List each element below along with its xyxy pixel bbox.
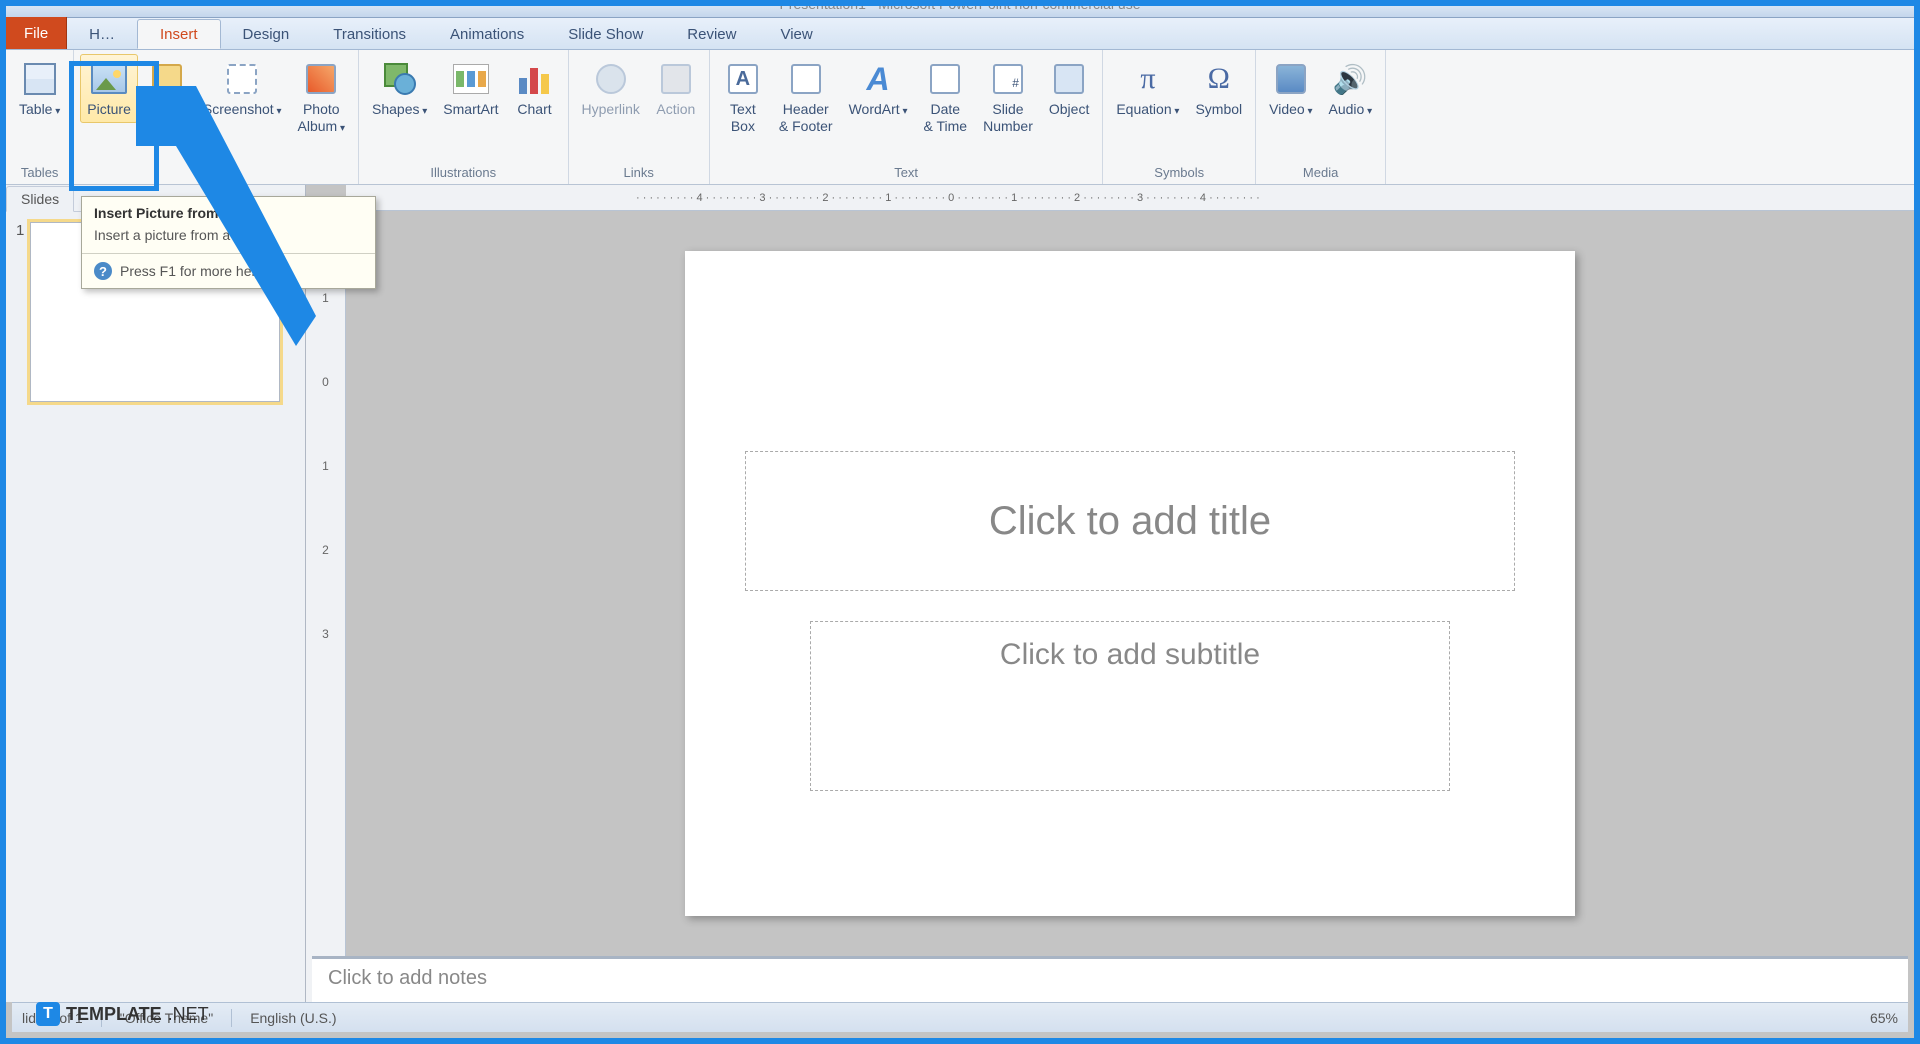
chart-icon (519, 64, 551, 94)
thumb-number: 1 (16, 222, 24, 402)
screenshot-button[interactable]: Screenshot (196, 54, 289, 123)
shapes-icon (382, 61, 418, 97)
title-bar: Presentation1 - Microsoft PowerPoint non… (6, 6, 1914, 18)
equation-icon: π (1140, 62, 1155, 96)
notes-pane[interactable]: Click to add notes (312, 956, 1908, 1002)
object-icon (1054, 64, 1084, 94)
tooltip-help: ? Press F1 for more help. (82, 253, 375, 288)
group-links: Links (575, 163, 703, 182)
symbol-button[interactable]: ΩSymbol (1188, 54, 1249, 123)
status-lang[interactable]: English (U.S.) (250, 1010, 336, 1026)
video-button[interactable]: Video (1262, 54, 1319, 123)
tab-home[interactable]: H… (67, 19, 137, 49)
shapes-button[interactable]: Shapes (365, 54, 434, 123)
slide-panel: Slides 1 (6, 185, 306, 1002)
action-button[interactable]: Action (649, 54, 703, 123)
tab-design[interactable]: Design (221, 19, 312, 49)
group-media: Media (1262, 163, 1379, 182)
clipart-button[interactable]: lip Art (140, 54, 194, 140)
textbox-icon: A (728, 64, 758, 94)
subtitle-placeholder[interactable]: Click to add subtitle (810, 621, 1450, 791)
slidenumber-icon: # (993, 64, 1023, 94)
tab-view[interactable]: View (758, 19, 834, 49)
tooltip: Insert Picture from File Insert a pictur… (81, 196, 376, 289)
tab-insert[interactable]: Insert (137, 19, 221, 49)
status-zoom[interactable]: 65% (1870, 1010, 1898, 1026)
smartart-icon (453, 64, 489, 94)
tab-slideshow[interactable]: Slide Show (546, 19, 665, 49)
tab-file[interactable]: File (6, 17, 67, 49)
ruler-vertical: 10123 (306, 211, 346, 1002)
hyperlink-button[interactable]: Hyperlink (575, 54, 647, 123)
tab-transitions[interactable]: Transitions (311, 19, 428, 49)
ribbon-tabs: File H… Insert Design Transitions Animat… (6, 18, 1914, 50)
tooltip-title: Insert Picture from File (82, 197, 375, 225)
group-images: Images (80, 163, 352, 182)
ruler-horizontal: · · · · · · · · · 4 · · · · · · · · 3 · … (346, 185, 1914, 211)
title-placeholder[interactable]: Click to add title (745, 451, 1515, 591)
audio-icon: 🔊 (1333, 63, 1368, 96)
equation-button[interactable]: πEquation (1109, 54, 1186, 123)
slide-canvas[interactable]: Click to add title Click to add subtitle (685, 251, 1575, 916)
slides-tab[interactable]: Slides (6, 186, 74, 212)
picture-button[interactable]: Picture (80, 54, 138, 123)
photoalbum-icon (306, 64, 336, 94)
datetime-button[interactable]: Date & Time (917, 54, 975, 140)
smartart-button[interactable]: SmartArt (436, 54, 505, 123)
headerfooter-button[interactable]: Header & Footer (772, 54, 840, 140)
audio-button[interactable]: 🔊Audio (1322, 54, 1380, 123)
tab-review[interactable]: Review (665, 19, 758, 49)
edit-area: · · · · · · · · · 4 · · · · · · · · 3 · … (306, 185, 1914, 1002)
template-icon: T (36, 1002, 60, 1026)
picture-icon (91, 64, 127, 94)
screenshot-icon (227, 64, 257, 94)
status-bar: lide 1 of 1 "Office Theme" English (U.S.… (12, 1002, 1908, 1032)
wordart-icon: A (866, 61, 889, 98)
clipart-icon (152, 64, 182, 94)
group-text: Text (716, 163, 1096, 182)
help-icon: ? (94, 262, 112, 280)
group-symbols: Symbols (1109, 163, 1249, 182)
table-button[interactable]: Table (12, 54, 67, 123)
photoalbum-button[interactable]: Photo Album (291, 54, 353, 140)
symbol-icon: Ω (1208, 62, 1230, 96)
datetime-icon (930, 64, 960, 94)
watermark: T TEMPLATE.NET (36, 1002, 209, 1026)
action-icon (661, 64, 691, 94)
wordart-button[interactable]: AWordArt (842, 54, 915, 123)
chart-button[interactable]: Chart (508, 54, 562, 123)
object-button[interactable]: Object (1042, 54, 1096, 123)
textbox-button[interactable]: AText Box (716, 54, 770, 140)
ribbon: Table Tables Picture lip Art Screenshot … (6, 50, 1914, 185)
group-illustrations: Illustrations (365, 163, 562, 182)
table-icon (24, 63, 56, 95)
tooltip-body: Insert a picture from a file. (82, 225, 375, 253)
slidenumber-button[interactable]: #Slide Number (976, 54, 1040, 140)
group-tables: Tables (12, 163, 67, 182)
video-icon (1276, 64, 1306, 94)
tab-animations[interactable]: Animations (428, 19, 546, 49)
headerfooter-icon (791, 64, 821, 94)
hyperlink-icon (596, 64, 626, 94)
